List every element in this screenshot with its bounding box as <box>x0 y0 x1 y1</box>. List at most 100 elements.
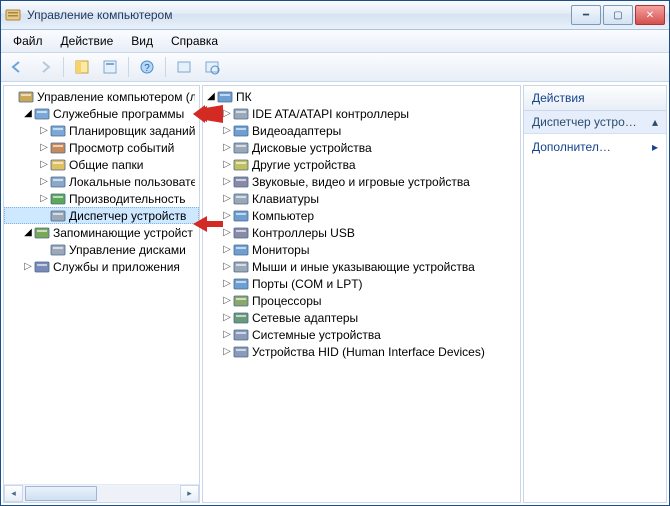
tree-item[interactable]: ▷Клавиатуры <box>203 190 520 207</box>
actions-header: Действия <box>524 86 666 111</box>
tree-item[interactable]: ▷Видеоадаптеры <box>203 122 520 139</box>
tree-item[interactable]: ▷ Службы и приложения <box>4 258 199 275</box>
close-button[interactable]: ✕ <box>635 5 665 25</box>
tree-item[interactable]: ▷Системные устройства <box>203 326 520 343</box>
minimize-button[interactable]: ━ <box>571 5 601 25</box>
expand-icon[interactable]: ▷ <box>221 125 233 137</box>
expand-icon[interactable]: ▷ <box>221 295 233 307</box>
tree-item[interactable]: ▷ Устройства HID (Human Interface Devices… <box>203 343 520 360</box>
tree-item[interactable]: ▷Просмотр событий <box>4 139 199 156</box>
expand-icon[interactable]: ▷ <box>221 210 233 222</box>
actions-more[interactable]: Дополнител… ▸ <box>524 134 666 160</box>
expand-icon[interactable]: ▷ <box>221 176 233 188</box>
tree-item[interactable]: ◢Служебные программы <box>4 105 199 122</box>
tree-item[interactable]: ▷Локальные пользовател <box>4 173 199 190</box>
tree-item[interactable]: ▷ Сетевые адаптеры <box>203 309 520 326</box>
tree-item[interactable]: ▷Другие устройства <box>203 156 520 173</box>
menu-action[interactable]: Действие <box>53 32 122 50</box>
tree-item-label: Запоминающие устройст <box>53 226 193 240</box>
expand-icon[interactable]: ▷ <box>221 329 233 341</box>
left-hscrollbar[interactable]: ◂ ▸ <box>4 484 199 502</box>
console-tree[interactable]: Управление компьютером (л◢Служебные прог… <box>4 86 199 484</box>
expand-icon[interactable]: ▷ <box>221 346 233 358</box>
menu-help[interactable]: Справка <box>163 32 226 50</box>
mmc-icon <box>18 89 34 105</box>
tree-item[interactable]: ▷ Дисковые устройства <box>203 139 520 156</box>
expand-icon[interactable]: ▷ <box>221 227 233 239</box>
console-tree-pane: Управление компьютером (л◢Служебные прог… <box>3 85 200 503</box>
scroll-track[interactable] <box>23 486 180 501</box>
tree-item-label: Сетевые адаптеры <box>252 311 358 325</box>
expand-icon[interactable]: ▷ <box>221 244 233 256</box>
tree-item[interactable]: ▷Компьютер <box>203 207 520 224</box>
tree-item[interactable]: ▷Производительность <box>4 190 199 207</box>
collapse-icon[interactable]: ◢ <box>22 227 34 239</box>
tree-item-label: Службы и приложения <box>53 260 180 274</box>
tree-item[interactable]: ▷ Мыши и иные указывающие устройства <box>203 258 520 275</box>
actions-context-label: Диспетчер устро… <box>532 115 637 129</box>
menu-view[interactable]: Вид <box>123 32 161 50</box>
expand-icon[interactable]: ▷ <box>221 261 233 273</box>
window-title: Управление компьютером <box>27 8 571 22</box>
tree-item-label: Звуковые, видео и игровые устройства <box>252 175 470 189</box>
help-button[interactable]: ? <box>135 55 159 79</box>
expand-icon[interactable]: ▷ <box>221 142 233 154</box>
display-icon <box>233 123 249 139</box>
tree-item-label: Управление дисками <box>69 243 186 257</box>
expand-icon[interactable]: ▷ <box>221 159 233 171</box>
tree-item[interactable]: ▷Общие папки <box>4 156 199 173</box>
tree-item-label: Устройства HID (Human Interface Devices) <box>252 345 485 359</box>
tree-item-label: Процессоры <box>252 294 322 308</box>
show-hide-tree-button[interactable] <box>70 55 94 79</box>
menu-file[interactable]: Файл <box>5 32 51 50</box>
scroll-left-button[interactable]: ◂ <box>4 485 23 502</box>
expand-icon[interactable]: ▷ <box>221 108 233 120</box>
tree-item[interactable]: ▷ Мониторы <box>203 241 520 258</box>
tree-item[interactable]: ▷ Порты (COM и LPT) <box>203 275 520 292</box>
expand-icon[interactable]: ▷ <box>22 261 34 273</box>
collapse-icon[interactable]: ◢ <box>22 108 34 120</box>
forward-button[interactable] <box>33 55 57 79</box>
tree-item-label: Планировщик заданий <box>69 124 195 138</box>
tree-item-label: Порты (COM и LPT) <box>252 277 363 291</box>
expand-icon[interactable]: ▷ <box>38 159 50 171</box>
computer-management-window: Управление компьютером ━ ▢ ✕ Файл Действ… <box>0 0 670 506</box>
storage-icon <box>34 225 50 241</box>
ide-icon <box>233 106 249 122</box>
expand-icon[interactable]: ▷ <box>221 193 233 205</box>
tree-item[interactable]: Диспетчер устройств <box>4 207 199 224</box>
perf-icon <box>50 191 66 207</box>
expand-icon[interactable]: ▷ <box>38 193 50 205</box>
tree-item[interactable]: ▷Контроллеры USB <box>203 224 520 241</box>
tree-item[interactable]: ▷ Звуковые, видео и игровые устройства <box>203 173 520 190</box>
actions-context[interactable]: Диспетчер устро… ▴ <box>524 111 666 134</box>
scroll-right-button[interactable]: ▸ <box>180 485 199 502</box>
tree-item[interactable]: Управление дисками <box>4 241 199 258</box>
tree-item-label: Мониторы <box>252 243 309 257</box>
tree-item[interactable]: ▷ Планировщик заданий <box>4 122 199 139</box>
tree-item[interactable]: Управление компьютером (л <box>4 88 199 105</box>
tree-item-label: Дисковые устройства <box>252 141 372 155</box>
titlebar: Управление компьютером ━ ▢ ✕ <box>1 1 669 30</box>
expand-icon[interactable]: ▷ <box>38 125 50 137</box>
properties-button[interactable] <box>98 55 122 79</box>
net-icon <box>233 310 249 326</box>
tree-item[interactable]: ▷IDE ATA/ATAPI контроллеры <box>203 105 520 122</box>
device-tree[interactable]: ◢ПК▷IDE ATA/ATAPI контроллеры▷Видеоадапт… <box>203 86 520 502</box>
back-button[interactable] <box>5 55 29 79</box>
keyboard-icon <box>233 191 249 207</box>
tree-item[interactable]: ◢ПК <box>203 88 520 105</box>
expand-icon[interactable]: ▷ <box>38 142 50 154</box>
tree-item[interactable]: ◢ Запоминающие устройст <box>4 224 199 241</box>
collapse-icon[interactable]: ◢ <box>205 91 217 103</box>
scan-button[interactable] <box>200 55 224 79</box>
expand-icon[interactable]: ▷ <box>221 312 233 324</box>
expand-icon[interactable]: ▷ <box>221 278 233 290</box>
scroll-thumb[interactable] <box>25 486 97 501</box>
refresh-button[interactable] <box>172 55 196 79</box>
tree-item-label: Мыши и иные указывающие устройства <box>252 260 475 274</box>
maximize-button[interactable]: ▢ <box>603 5 633 25</box>
twist-spacer <box>38 244 50 256</box>
expand-icon[interactable]: ▷ <box>38 176 50 188</box>
tree-item[interactable]: ▷ Процессоры <box>203 292 520 309</box>
